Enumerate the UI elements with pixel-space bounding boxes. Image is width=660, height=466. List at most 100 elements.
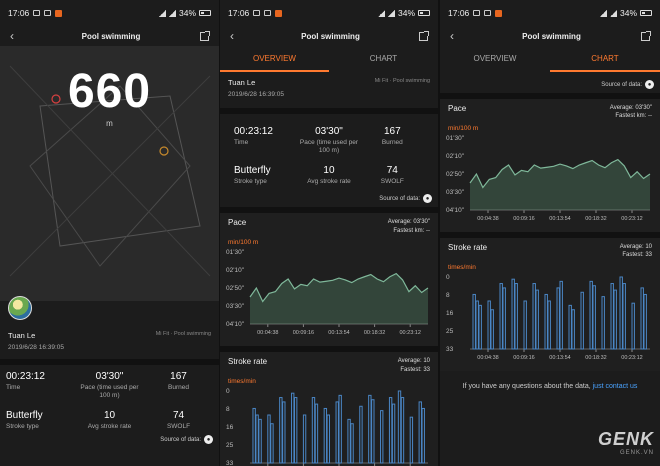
mail-icon: [44, 10, 52, 16]
stroke-rate-bar: [631, 302, 635, 350]
pace-fastest: Fastest km: --: [615, 113, 652, 120]
user-name: Tuan Le: [8, 331, 36, 340]
share-icon[interactable]: [199, 30, 210, 41]
back-icon[interactable]: ‹: [230, 29, 242, 43]
stroke-rate-bar: [400, 396, 405, 464]
pace-area: [250, 273, 428, 325]
stroke-rate-bar: [314, 403, 319, 464]
source-app: Mi Fit · Pool swimming: [374, 78, 430, 84]
stroke-rate-bar: [418, 401, 422, 464]
stroke-rate-bar: [294, 396, 298, 464]
y-tick-label: 25: [446, 328, 454, 335]
wifi-icon: [168, 9, 176, 17]
stroke-rate-bar: [359, 405, 363, 464]
stroke-rate-bar: [270, 423, 274, 464]
swolf-value: 74: [172, 410, 185, 422]
x-tick-label: 00:13:54: [549, 355, 570, 361]
stroke-rate-bar: [478, 304, 482, 350]
watermark: GENK GENK.VN: [598, 429, 654, 456]
y-tick-label: 02'50": [446, 171, 465, 178]
y-tick-label: 02'10": [226, 267, 245, 274]
stroke-rate-bar: [511, 278, 515, 350]
stroke-type-value: Butterfly: [234, 165, 271, 177]
status-time: 17:06: [228, 8, 250, 18]
share-icon[interactable]: [640, 30, 651, 41]
burned-value: 167: [383, 126, 401, 137]
y-tick-label: 02'10": [446, 153, 465, 160]
x-tick-label: 00:18:32: [585, 216, 606, 222]
y-tick-label: 01'30": [226, 249, 245, 256]
pace-fastest: Fastest km: --: [393, 227, 430, 234]
x-tick-label: 00:13:54: [328, 330, 349, 336]
stroke-rate-bar: [302, 414, 307, 464]
watermark-logo: GENK: [597, 429, 654, 449]
app-notification-icon: [495, 9, 503, 17]
x-tick-label: 00:18:32: [585, 355, 606, 361]
source-of-data: Source of data: ●: [440, 72, 660, 93]
tab-overview[interactable]: OVERVIEW: [220, 46, 329, 72]
back-icon[interactable]: ‹: [10, 29, 22, 43]
stroke-fastest: Fastest: 33: [622, 252, 652, 259]
back-icon[interactable]: ‹: [450, 29, 462, 43]
stroke-rate-bar: [589, 280, 593, 350]
mi-fit-icon: ●: [423, 194, 432, 204]
pace-value: 03'30": [95, 371, 124, 382]
stroke-rate-bar: [326, 414, 330, 464]
burned-label: Burned: [168, 384, 189, 391]
stroke-rate-bar: [556, 286, 560, 350]
signal-icon: [377, 9, 385, 17]
stroke-rate-bar: [368, 394, 372, 464]
stroke-rate-bar: [391, 403, 396, 464]
burned-label: Burned: [381, 139, 403, 146]
tab-chart[interactable]: CHART: [329, 46, 438, 72]
stroke-rate-value: 10: [103, 410, 116, 422]
x-tick-label: 00:09:16: [293, 330, 314, 336]
stroke-type-value: Butterfly: [6, 410, 43, 422]
x-tick-label: 00:09:16: [513, 216, 534, 222]
stroke-rate-bar: [535, 289, 539, 350]
stroke-rate-bar: [380, 410, 384, 464]
stroke-rate-bar: [267, 414, 271, 464]
pace-value: 03'30": [315, 126, 343, 137]
title-bar: ‹ Pool swimming: [440, 26, 660, 46]
stroke-rate-bar: [613, 289, 617, 350]
gallery-icon: [253, 10, 261, 16]
stroke-average: Average: 10: [619, 243, 652, 250]
stroke-average: Average: 10: [397, 358, 430, 365]
y-tick-label: 0: [226, 388, 230, 395]
y-tick-label: 01'30": [446, 135, 465, 142]
stroke-rate-bar: [610, 282, 614, 350]
stroke-rate-bar: [338, 394, 342, 464]
battery-percent: 34%: [178, 8, 196, 18]
x-tick-label: 00:04:38: [477, 355, 498, 361]
stroke-rate-bar: [323, 407, 328, 464]
stroke-rate-bar: [547, 300, 551, 350]
stroke-rate-bar: [499, 282, 503, 350]
stroke-rate-bar: [592, 284, 596, 350]
x-tick-label: 00:09:16: [513, 355, 534, 361]
x-tick-label: 00:23:12: [399, 330, 420, 336]
stroke-rate-bar: [619, 276, 623, 350]
status-bar: 17:06 34%: [0, 0, 219, 26]
mi-fit-icon: ●: [204, 435, 213, 445]
tab-chart[interactable]: CHART: [550, 46, 660, 72]
page-title: Pool swimming: [522, 31, 581, 41]
stroke-rate-bar: [350, 423, 354, 464]
time-label: Time: [234, 139, 249, 146]
y-tick-label: 02'50": [226, 285, 245, 292]
contact-link[interactable]: just contact us: [593, 383, 638, 390]
y-tick-label: 33: [226, 460, 234, 466]
stroke-rate-bar: [472, 293, 476, 350]
workout-date: 2019/6/28 16:39:05: [8, 344, 65, 351]
gallery-icon: [473, 10, 481, 16]
mail-icon: [264, 10, 272, 16]
watermark-url: GENK.VN: [619, 450, 654, 456]
tab-overview[interactable]: OVERVIEW: [440, 46, 550, 72]
workout-date: 2019/6/28 16:39:05: [228, 91, 285, 98]
pace-card-title: Pace: [228, 218, 247, 228]
share-icon[interactable]: [418, 30, 429, 41]
stroke-unit: times/min: [448, 263, 476, 271]
stroke-rate-card: Stroke rate Average: 10 Fastest: 33 time…: [440, 237, 660, 371]
source-label: Source of data:: [160, 436, 201, 443]
y-tick-label: 04'10": [226, 321, 245, 328]
